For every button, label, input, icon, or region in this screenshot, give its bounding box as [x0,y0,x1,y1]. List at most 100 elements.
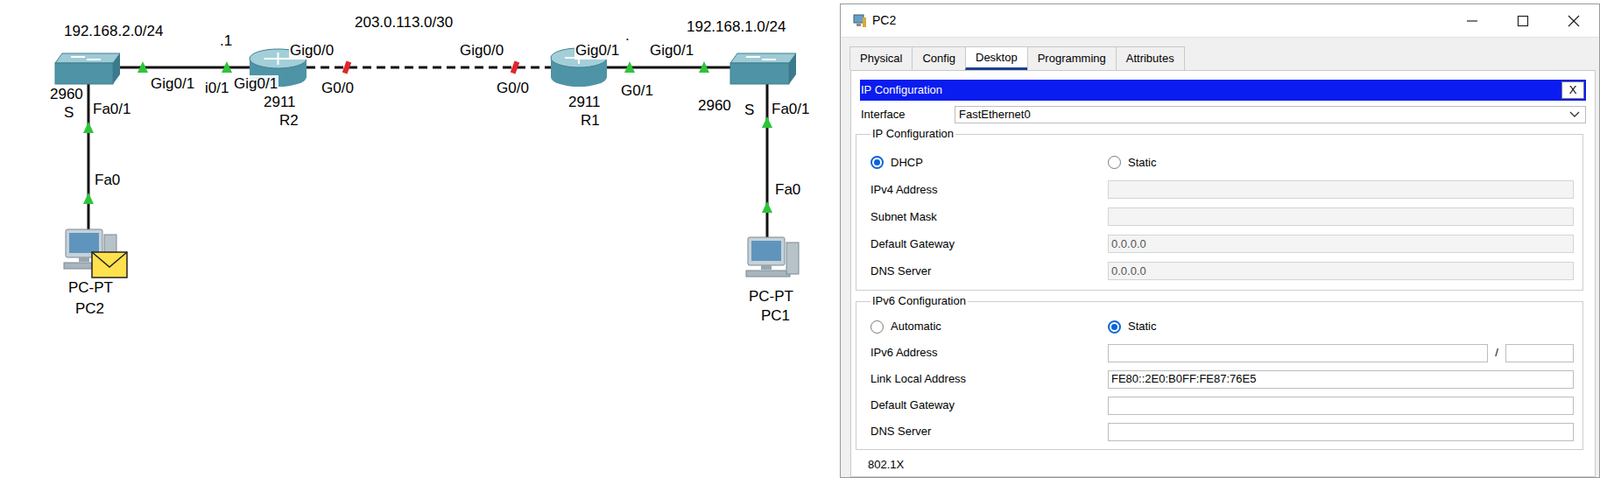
link-up-icon [624,61,635,73]
link-down-icon [342,60,352,74]
radio-button[interactable] [870,155,884,170]
field-label: Link Local Address [870,370,1108,388]
diagram-label: G0/0 [495,79,530,98]
diagram-label: Fa0 [93,171,121,190]
field-label: DNS Server [870,262,1108,281]
tab[interactable]: Config [911,46,966,71]
diagram-label: G0/1 [620,82,655,100]
text-field[interactable] [1107,396,1574,416]
diagram-label: Gig0/0 [288,42,335,60]
ip-config-header: IP ConfigurationX [859,79,1586,101]
field-label: Default Gateway [870,396,1108,415]
diagram-label: Gig0/1 [574,42,621,60]
link-up-icon [83,121,94,134]
envelope-icon[interactable] [91,252,127,278]
interface-row: InterfaceFastEthernet0 [859,105,1586,125]
diagram-label: S [63,104,75,122]
diagram-label: .1 [218,32,233,50]
interface-dropdown[interactable]: FastEthernet0 [954,105,1586,124]
radio-button[interactable] [1107,155,1121,170]
tab-bar: Physical Config Desktop Programming Attribut… [850,45,1600,71]
pc-window-icon [852,14,867,29]
prefix-length-field[interactable] [1505,344,1574,363]
field-row: IPv6 Address / [870,339,1574,367]
close-button[interactable] [1548,4,1600,37]
text-field: 0.0.0.0 [1107,234,1574,254]
ipv6-address-input: / [1107,344,1574,363]
pc-icon[interactable] [746,237,799,277]
group-legend: IP Configuration [870,126,956,141]
pc-icon[interactable] [63,229,127,278]
diagram-label: S [743,101,755,120]
tab-label: Config [922,49,956,68]
link-up-icon [221,61,233,73]
tab[interactable]: Desktop [965,46,1029,71]
prefix-separator: / [1487,344,1506,362]
diagram-label: 203.0.113.0/30 [353,14,454,32]
diagram-label: PC1 [760,307,791,325]
link-up-icon [761,201,773,213]
logical-canvas[interactable]: 192.168.2.0/24.1Gig0/0203.0.113.0/30Gig0… [0,0,837,478]
text-field[interactable]: FE80::2E0:B0FF:FE87:76E5 [1107,370,1574,389]
radio-option[interactable]: DHCP [870,154,1108,172]
minimize-icon [1466,14,1479,28]
maximize-icon [1516,14,1530,28]
tab-label: Physical [859,49,903,68]
diagram-label: Fa0/1 [91,100,132,119]
link-up-icon [698,61,710,73]
text-field [1107,207,1574,226]
tab[interactable]: Physical [849,46,913,71]
field-label: Subnet Mask [870,208,1108,226]
text-field[interactable] [1107,422,1574,442]
diagram-label: 2911 [567,93,602,112]
tab[interactable]: Attributes [1115,46,1185,71]
field-row: DNS Server0.0.0.0 [870,257,1574,285]
link-up-icon [83,192,94,205]
diagram-label: Gig0/1 [648,42,695,60]
radio-label: Static [1127,154,1157,172]
tab[interactable]: Programming [1027,46,1117,71]
radio-option[interactable]: Automatic [870,317,1108,336]
link-down-icon [510,60,520,74]
chevron-down-icon [1569,111,1580,119]
diagram-label: Fa0 [774,181,802,199]
mode-row: AutomaticStatic [870,313,1574,340]
switch-icon[interactable] [55,53,120,85]
field-label: Default Gateway [870,235,1108,254]
radio-option[interactable]: Static [1107,317,1574,336]
diagram-label: i0/1 [204,79,230,98]
close-icon [1567,14,1580,28]
close-app-button[interactable]: X [1561,81,1585,99]
window-controls [1446,4,1600,37]
switch-icon[interactable] [730,53,797,85]
diagram-label: PC-PT [67,279,114,297]
group-legend: IPv6 Configuration [870,294,968,309]
field-row: Link Local AddressFE80::2E0:B0FF:FE87:76… [870,366,1574,393]
network-link[interactable] [119,66,250,70]
field-row: Default Gateway [870,392,1574,419]
tab-label: Desktop [975,49,1018,67]
minimize-button[interactable] [1446,4,1498,37]
network-link[interactable] [87,84,91,230]
diagram-label: PC-PT [747,288,795,306]
radio-button[interactable] [870,320,884,334]
title-bar: PC2 [840,4,1600,38]
field-row: IPv4 Address [870,176,1574,204]
interface-label: Interface [859,105,955,124]
network-link[interactable] [606,66,731,70]
field-label: IPv4 Address [870,181,1108,199]
radio-button[interactable] [1107,320,1121,334]
address-field[interactable] [1107,344,1488,363]
diagram-label: 192.168.1.0/24 [685,18,787,36]
radio-option[interactable]: Static [1107,154,1574,172]
network-link[interactable] [766,84,769,238]
field-label: IPv6 Address [870,344,1108,362]
diagram-label: Fa0/1 [770,100,811,119]
interface-value: FastEthernet0 [958,105,1031,124]
text-field [1107,180,1574,199]
tab-label: Attributes [1126,49,1175,68]
diagram-label: PC2 [74,300,106,318]
maximize-button[interactable] [1497,4,1549,37]
diagram-label: R2 [278,112,300,130]
ipv6-group: IPv6 ConfigurationAutomaticStaticIPv6 Ad… [855,294,1584,451]
